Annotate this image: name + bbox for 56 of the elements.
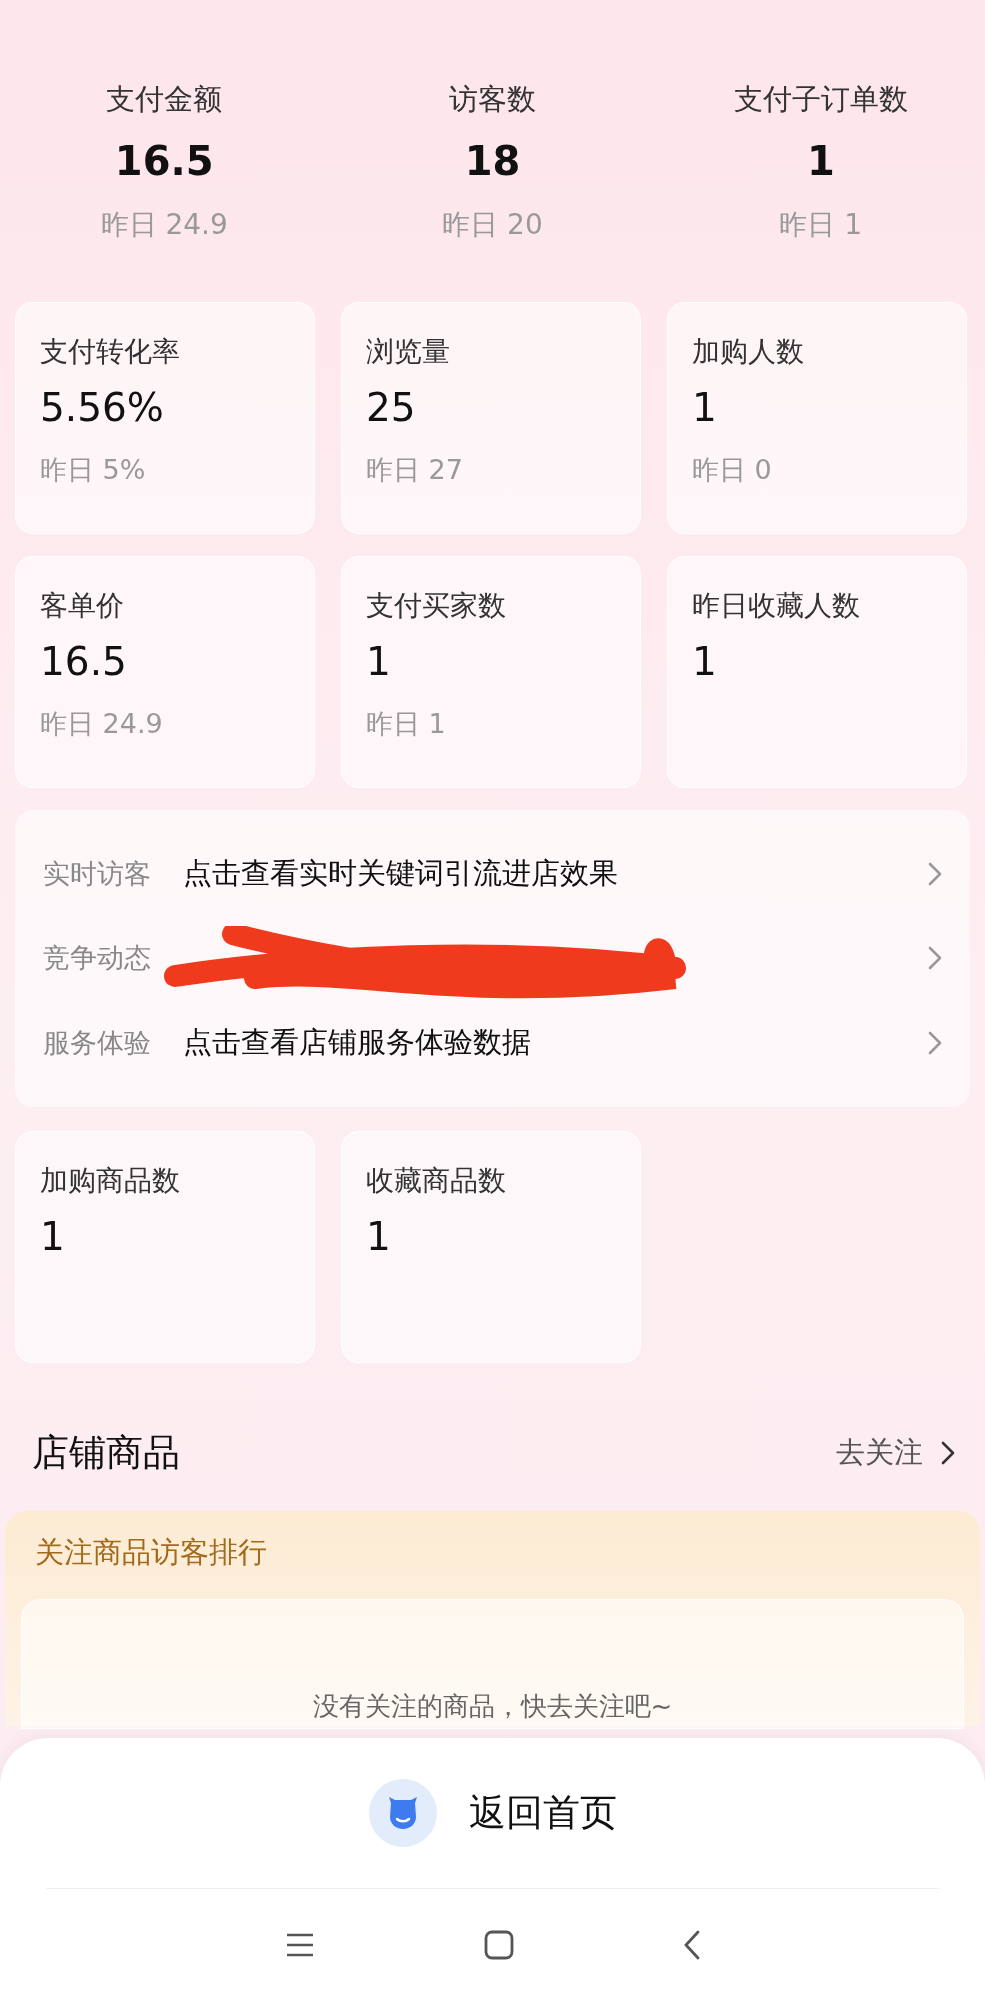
yesterday-value: 昨日 20 <box>442 207 543 243</box>
metric-value: 1 <box>40 1214 65 1259</box>
yesterday-value: 昨日 1 <box>779 207 863 243</box>
metric-value: 1 <box>366 1214 391 1259</box>
row-label: 竞争动态 <box>43 941 152 976</box>
metric-card[interactable]: 客单价 16.5 昨日 24.9 <box>15 556 315 788</box>
home-square-icon[interactable] <box>483 1929 514 1960</box>
yesterday-value: 昨日 27 <box>366 453 463 487</box>
chevron-right-icon <box>928 946 942 971</box>
metric-card[interactable]: 支付买家数 1 昨日 1 <box>341 556 641 788</box>
metric-value: 25 <box>366 385 416 430</box>
chevron-right-icon <box>941 1441 955 1465</box>
home-button[interactable]: 返回首页 <box>0 1738 985 1888</box>
metric-card[interactable]: 浏览量 25 昨日 27 <box>341 302 641 534</box>
metric-value: 5.56% <box>40 385 164 430</box>
metric-value: 1 <box>366 639 391 684</box>
metric-card[interactable]: 昨日收藏人数 1 <box>667 556 967 788</box>
metric-value: 1 <box>692 385 717 430</box>
chevron-right-icon <box>928 862 942 887</box>
metric-value: 1 <box>806 138 835 184</box>
metric-value: 16.5 <box>114 138 214 184</box>
follow-link[interactable]: 去关注 <box>836 1433 955 1473</box>
yesterday-value: 昨日 1 <box>366 707 446 741</box>
section-title: 店铺商品 <box>32 1430 180 1476</box>
metric-value: 16.5 <box>40 639 127 684</box>
metric-label: 加购商品数 <box>40 1163 180 1199</box>
metric-card[interactable]: 加购人数 1 昨日 0 <box>667 302 967 534</box>
metric-value: 18 <box>464 138 521 184</box>
metric-label: 支付子订单数 <box>733 81 908 118</box>
metric-label: 收藏商品数 <box>366 1163 506 1199</box>
panel-title: 关注商品访客排行 <box>35 1534 267 1571</box>
yesterday-value: 昨日 24.9 <box>40 707 163 741</box>
metric-label: 加购人数 <box>692 334 804 370</box>
metric-label: 昨日收藏人数 <box>692 588 860 624</box>
metric-label: 访客数 <box>449 81 536 118</box>
bull-logo-icon <box>368 1779 437 1847</box>
chevron-right-icon <box>928 1030 942 1055</box>
menu-icon[interactable] <box>284 1931 315 1958</box>
metric-label: 支付金额 <box>106 81 223 118</box>
metric-label: 支付转化率 <box>40 334 180 370</box>
metric-card[interactable]: 加购商品数 1 <box>15 1131 315 1363</box>
yesterday-value: 昨日 24.9 <box>100 207 228 243</box>
metric-card[interactable]: 支付转化率 5.56% 昨日 5% <box>15 302 315 534</box>
empty-state-text: 没有关注的商品，快去关注吧~ <box>312 1690 673 1723</box>
link-text[interactable]: 点击查看店铺服务体验数据 <box>183 1022 928 1063</box>
yesterday-value: 昨日 0 <box>692 453 772 487</box>
back-icon[interactable] <box>682 1929 701 1960</box>
metric-label: 客单价 <box>40 588 124 624</box>
metric-label: 浏览量 <box>366 334 450 370</box>
metric-value: 1 <box>692 639 717 684</box>
row-label: 服务体验 <box>43 1025 152 1060</box>
link-text[interactable]: 点击查看实时关键词引流进店效果 <box>183 854 928 895</box>
yesterday-value: 昨日 5% <box>40 453 146 487</box>
metric-card[interactable]: 收藏商品数 1 <box>341 1131 641 1363</box>
metric-label: 支付买家数 <box>366 588 506 624</box>
row-label: 实时访客 <box>43 857 152 892</box>
